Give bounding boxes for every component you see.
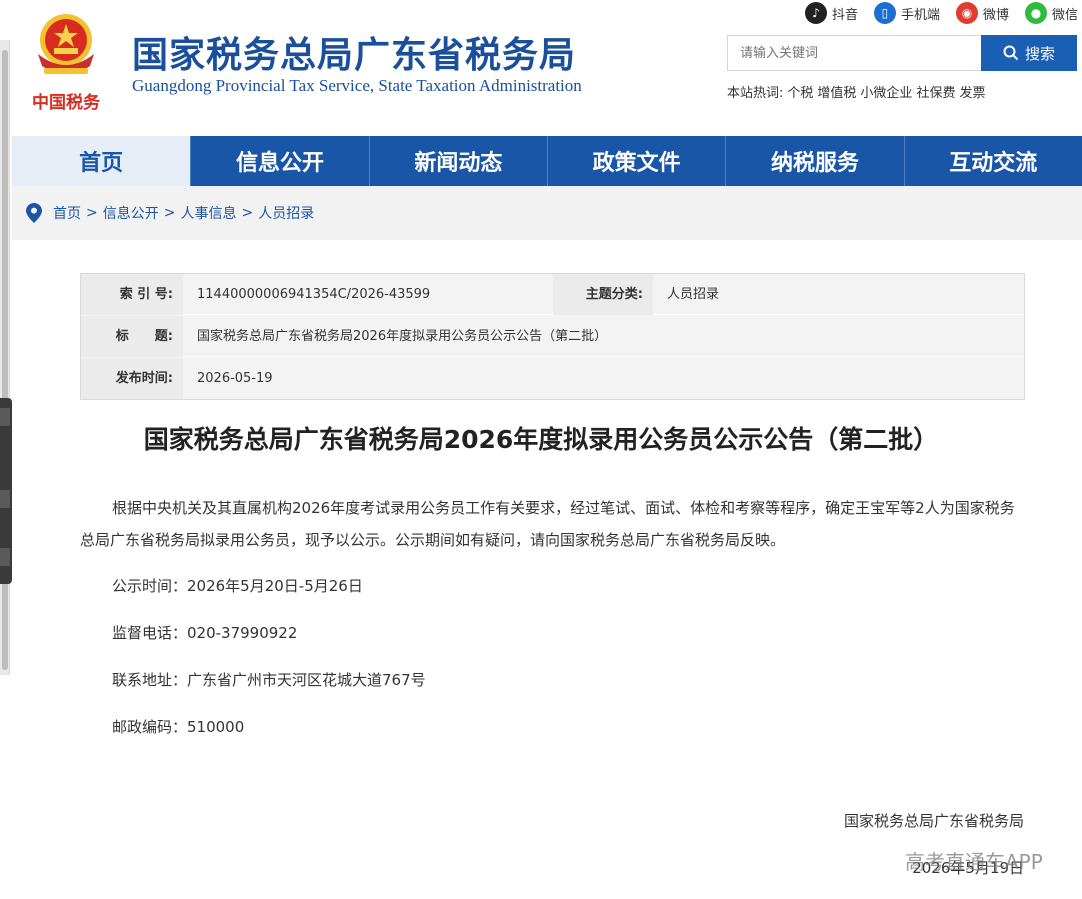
nav-item-interaction[interactable]: 互动交流 — [903, 136, 1082, 186]
nav-item-news[interactable]: 新闻动态 — [368, 136, 547, 186]
meta-value-title: 国家税务总局广东省税务局2026年度拟录用公务员公示公告（第二批） — [197, 329, 608, 344]
signature-organization: 国家税务总局广东省税务局 — [843, 812, 1024, 830]
postal-code: 邮政编码：510000 — [112, 718, 245, 736]
hot-keyword[interactable]: 社保费 — [916, 82, 955, 101]
hot-keywords: 本站热词: 个税 增值税 小微企业 社保费 发票 — [727, 82, 985, 101]
breadcrumb: 首页 > 信息公开 > 人事信息 > 人员招录 — [12, 186, 1082, 240]
search-icon — [1003, 45, 1019, 61]
contact-address: 联系地址：广东省广州市天河区花城大道767号 — [112, 671, 426, 689]
meta-value-topic: 人员招录 — [667, 287, 720, 302]
meta-value-date: 2026-05-19 — [197, 371, 273, 386]
side-dock-mark — [0, 548, 10, 566]
social-link-tiktok[interactable]: ♪ 抖音 — [804, 2, 858, 24]
hot-keyword[interactable]: 小微企业 — [860, 82, 912, 101]
social-label: 手机端 — [900, 7, 940, 23]
meta-value-index: 11440000006941354C/2026-43599 — [197, 287, 431, 302]
watermark: 高考直通车APP — [905, 850, 1043, 874]
breadcrumb-separator: > — [86, 205, 98, 221]
meta-label: 发布时间: — [81, 358, 183, 399]
location-pin-icon — [26, 203, 42, 223]
nav-item-tax-service[interactable]: 纳税服务 — [725, 136, 904, 186]
site-title-english[interactable]: Guangdong Provincial Tax Service, State … — [132, 76, 582, 96]
meta-row-title: 标 题: 国家税务总局广东省税务局2026年度拟录用公务员公示公告（第二批） — [81, 316, 1024, 357]
supervision-phone: 监督电话：020-37990922 — [112, 624, 298, 642]
hot-keyword[interactable]: 个税 — [787, 82, 813, 101]
search-input[interactable] — [727, 35, 981, 71]
article-title: 国家税务总局广东省税务局2026年度拟录用公务员公示公告（第二批） — [143, 425, 939, 454]
breadcrumb-info-disclosure[interactable]: 信息公开 — [103, 203, 159, 223]
site-title[interactable]: 国家税务总局广东省税务局 — [132, 26, 576, 78]
hot-keywords-label: 本站热词: — [727, 86, 784, 101]
meta-row-date: 发布时间: 2026-05-19 — [81, 358, 1024, 399]
social-label: 抖音 — [831, 7, 858, 23]
breadcrumb-recruitment[interactable]: 人员招录 — [258, 203, 314, 223]
article-paragraph: 根据中央机关及其直属机构2026年度考试录用公务员工作有关要求，经过笔试、面试、… — [80, 499, 1015, 549]
emblem-caption: 中国税务 — [32, 92, 101, 113]
search-button[interactable]: 搜索 — [981, 35, 1077, 71]
wechat-icon: ● — [1024, 2, 1047, 24]
search-button-label: 搜索 — [1024, 45, 1055, 63]
side-dock-mark — [0, 490, 10, 508]
breadcrumb-separator: > — [241, 205, 254, 221]
nav-item-home[interactable]: 首页 — [12, 136, 191, 186]
hot-keyword[interactable]: 发票 — [959, 82, 985, 101]
meta-label: 主题分类: — [553, 274, 653, 315]
social-label: 微信 — [1051, 7, 1078, 23]
tiktok-icon: ♪ — [804, 2, 827, 24]
meta-row-index: 索 引 号: 11440000006941354C/2026-43599 主题分… — [81, 274, 1024, 315]
breadcrumb-personnel[interactable]: 人事信息 — [180, 203, 236, 223]
social-label: 微博 — [982, 7, 1009, 23]
meta-label: 索 引 号: — [81, 274, 183, 315]
nav-item-info-disclosure[interactable]: 信息公开 — [190, 136, 369, 186]
social-link-wechat[interactable]: ● 微信 — [1024, 2, 1078, 24]
hot-keyword[interactable]: 增值税 — [817, 82, 856, 101]
social-link-mobile[interactable]: ▯ 手机端 — [873, 2, 940, 24]
main-nav: 首页 信息公开 新闻动态 政策文件 纳税服务 互动交流 — [12, 136, 1082, 186]
social-link-weibo[interactable]: ◉ 微博 — [955, 2, 1009, 24]
nav-item-policy[interactable]: 政策文件 — [546, 136, 726, 186]
weibo-icon: ◉ — [955, 2, 978, 24]
mobile-icon: ▯ — [873, 2, 896, 24]
tax-emblem-logo[interactable]: 中国税务 — [30, 10, 102, 118]
social-links: ♪ 抖音 ▯ 手机端 ◉ 微博 ● 微信 — [804, 2, 1078, 24]
publicity-period: 公示时间：2026年5月20日-5月26日 — [112, 577, 363, 595]
breadcrumb-separator: > — [163, 205, 176, 221]
breadcrumb-home[interactable]: 首页 — [53, 203, 81, 223]
article-meta-table: 索 引 号: 11440000006941354C/2026-43599 主题分… — [80, 273, 1025, 400]
page: 中国税务 国家税务总局广东省税务局 Guangdong Provincial T… — [0, 0, 1082, 899]
site-header: 中国税务 国家税务总局广东省税务局 Guangdong Provincial T… — [12, 0, 1082, 136]
meta-label: 标 题: — [81, 316, 183, 357]
